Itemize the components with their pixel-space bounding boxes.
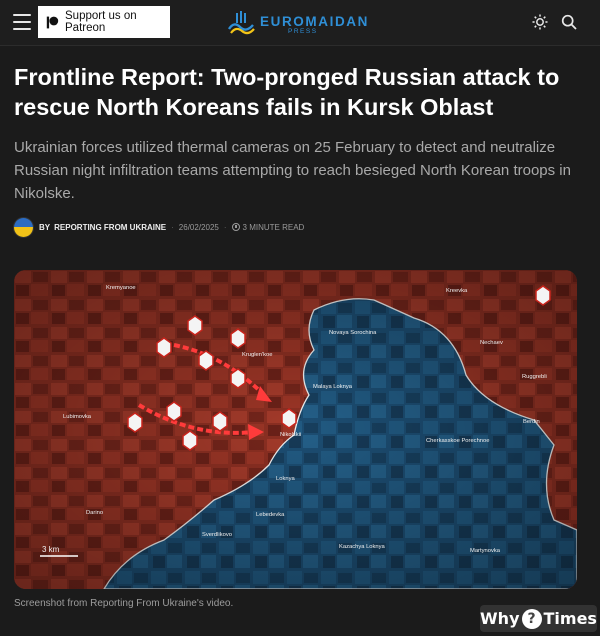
logo-wordmark: EUROMAIDAN [260,14,369,29]
map-label-berdin: Berdin [523,419,540,425]
map-label-kruglenkoe: Kruglen'koe [242,352,272,358]
top-navigation-bar: Support us on Patreon EUROMAIDAN PRESS [0,0,600,46]
map-label-kremyanoe: Kremyanoe [106,285,136,291]
clock-icon [231,223,240,231]
read-time: 3 MINUTE READ [242,222,305,232]
euromaidan-press-logo[interactable]: EUROMAIDAN PRESS [226,9,372,37]
watermark-question-icon: ? [521,608,542,629]
byline-separator: · [223,222,227,232]
logo-subtitle: PRESS [288,28,318,35]
map-label-darino: Darino [86,510,103,516]
publish-date: 26/02/2025 [178,222,219,232]
trident-wave-logo-icon [227,11,255,35]
map-label-sverdlikovo: Sverdlikovo [202,532,232,538]
map-label-martynovka: Martynovka [470,548,501,554]
patreon-icon [46,16,59,29]
map-label-kazachya-loknya: Kazachya Loknya [339,544,386,550]
map-label-malaya-loknya: Malaya Loknya [313,384,353,390]
map-label-lubimovka: Lubimovka [63,414,92,420]
map-label-kreevka: Kreevka [446,288,468,294]
map-label-loknya: Loknya [276,476,295,482]
map-label-nechaev: Nechaev [480,340,503,346]
map-scale-label: 3 km [42,545,60,554]
article-title: Frontline Report: Two-pronged Russian at… [14,64,560,120]
theme-toggle-sun-icon[interactable] [532,14,548,30]
map-label-cherkasskoe: Cherkasskoe Porechnoe [426,438,489,444]
author-link[interactable]: REPORTING FROM UKRAINE [54,223,166,232]
article-byline: BY REPORTING FROM UKRAINE · 26/02/2025 ·… [13,216,304,238]
patreon-support-label: Support us on Patreon [65,10,137,34]
author-avatar[interactable] [13,216,34,238]
map-label-ruggrebli: Ruggrebli [522,374,547,380]
hamburger-menu-icon[interactable] [13,14,31,30]
search-icon[interactable] [561,14,577,30]
map-label-novaya-sorochina: Novaya Sorochina [329,330,377,336]
watermark-left: Why [480,609,520,628]
whytimes-watermark: Why ? Times [480,605,597,632]
image-caption: Screenshot from Reporting From Ukraine's… [14,598,234,609]
watermark-right: Times [543,609,597,628]
map-label-lebedevka: Lebedevka [256,512,285,518]
article-subtitle: Ukrainian forces utilized thermal camera… [14,139,571,202]
byline-separator: · [171,222,174,232]
patreon-support-button[interactable]: Support us on Patreon [38,6,170,38]
map-label-nikolskii: Nikolskii [280,432,301,438]
by-label: BY [39,222,51,232]
frontline-map-image: Kremyanoe Kreevka Novaya Sorochina Necha… [14,270,577,589]
